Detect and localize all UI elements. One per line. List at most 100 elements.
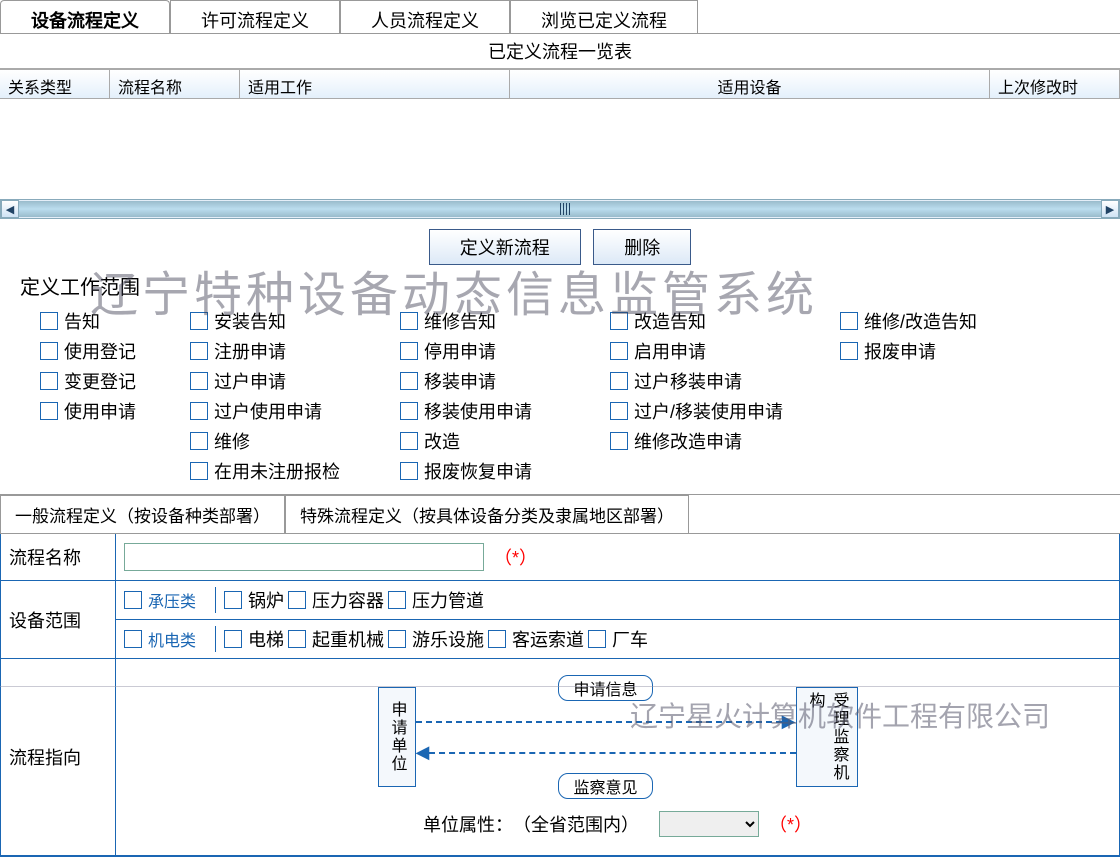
unit-label: 单位属性：: [423, 811, 513, 837]
col-relation-type[interactable]: 关系类型: [0, 70, 110, 98]
flow-box-supervision: 受理监察机构: [796, 687, 858, 787]
flow-name-input[interactable]: [124, 543, 484, 571]
label-device-scope: 设备范围: [1, 581, 116, 658]
cb-label: 压力容器: [312, 587, 384, 613]
col-applicable-work[interactable]: 适用工作: [240, 70, 510, 98]
define-new-flow-button[interactable]: 定义新流程: [429, 229, 581, 265]
checkbox[interactable]: [388, 591, 406, 609]
checkbox[interactable]: [288, 591, 306, 609]
checkbox[interactable]: [40, 342, 58, 360]
checkbox[interactable]: [400, 402, 418, 420]
label-flow-direction: 流程指向: [1, 659, 116, 855]
col-flow-name[interactable]: 流程名称: [110, 70, 240, 98]
cb-label: 报废申请: [864, 338, 936, 364]
tab-permit-flow[interactable]: 许可流程定义: [170, 0, 340, 33]
checkbox[interactable]: [190, 342, 208, 360]
checkbox[interactable]: [588, 630, 606, 648]
checkbox[interactable]: [40, 372, 58, 390]
col-last-modified[interactable]: 上次修改时: [990, 70, 1120, 98]
checkbox[interactable]: [400, 372, 418, 390]
cb-label: 维修: [214, 428, 250, 454]
cb-label: 游乐设施: [412, 626, 484, 652]
cb-label: 使用登记: [64, 338, 136, 364]
scope-section-label: 定义工作范围: [0, 271, 1120, 306]
checkbox[interactable]: [190, 462, 208, 480]
checkbox[interactable]: [400, 462, 418, 480]
cb-label: 电梯: [248, 626, 284, 652]
scroll-track[interactable]: [19, 201, 1101, 217]
checkbox[interactable]: [488, 630, 506, 648]
checkbox[interactable]: [224, 591, 242, 609]
horizontal-scrollbar[interactable]: ◀ ▶: [0, 199, 1120, 219]
cat-label: 承压类: [148, 588, 196, 612]
checkbox[interactable]: [610, 342, 628, 360]
checkbox-electromechanical-category[interactable]: [124, 630, 142, 648]
checkbox[interactable]: [224, 630, 242, 648]
subtab-general-flow[interactable]: 一般流程定义（按设备种类部署）: [0, 495, 285, 533]
checkbox[interactable]: [400, 342, 418, 360]
cb-label: 改造: [424, 428, 460, 454]
row-flow-name: 流程名称 （*）: [1, 534, 1119, 581]
checkbox[interactable]: [388, 630, 406, 648]
label-flow-name: 流程名称: [1, 534, 116, 580]
cb-label: 告知: [64, 308, 100, 334]
tab-browse-flow[interactable]: 浏览已定义流程: [510, 0, 698, 33]
flow-badge-supervision-opinion: 监察意见: [558, 773, 652, 799]
tab-personnel-flow[interactable]: 人员流程定义: [340, 0, 510, 33]
tab-equipment-flow[interactable]: 设备流程定义: [0, 0, 170, 33]
cb-label: 维修改造申请: [634, 428, 742, 454]
cb-label: 过户使用申请: [214, 398, 322, 424]
unit-attribute-line: 单位属性： （全省范围内） （*）: [124, 811, 1111, 837]
cb-label: 压力管道: [412, 587, 484, 613]
cb-label: 移装申请: [424, 368, 496, 394]
checkbox[interactable]: [400, 312, 418, 330]
cb-label: 客运索道: [512, 626, 584, 652]
delete-button[interactable]: 删除: [593, 229, 691, 265]
scope-checkbox-grid: 告知 使用登记 变更登记 使用申请 安装告知 注册申请 过户申请 过户使用申请 …: [0, 306, 1120, 486]
checkbox[interactable]: [190, 312, 208, 330]
checkbox[interactable]: [190, 372, 208, 390]
cb-label: 使用申请: [64, 398, 136, 424]
checkbox[interactable]: [40, 402, 58, 420]
checkbox[interactable]: [610, 312, 628, 330]
checkbox-pressure-category[interactable]: [124, 591, 142, 609]
flow-arrow-right: ▶: [416, 711, 796, 732]
cb-label: 厂车: [612, 626, 648, 652]
flow-diagram: 申请单位 申请信息 ▶ ◀ 监察意见 受理监察机构: [124, 677, 1111, 797]
cb-label: 移装使用申请: [424, 398, 532, 424]
cb-label: 过户/移装使用申请: [634, 398, 783, 424]
cb-label: 起重机械: [312, 626, 384, 652]
cb-label: 注册申请: [214, 338, 286, 364]
cb-label: 过户申请: [214, 368, 286, 394]
form-block: 流程名称 （*） 设备范围 承压类 锅炉 压力容器 压力管道 机电类 电梯 起重…: [0, 534, 1120, 857]
arrowhead-left-icon: ◀: [416, 742, 430, 763]
checkbox[interactable]: [40, 312, 58, 330]
checkbox[interactable]: [840, 342, 858, 360]
checkbox[interactable]: [610, 402, 628, 420]
button-row: 定义新流程 删除: [0, 219, 1120, 271]
cb-label: 在用未注册报检: [214, 458, 340, 484]
checkbox[interactable]: [190, 402, 208, 420]
flow-box-applicant: 申请单位: [378, 687, 416, 787]
cb-label: 锅炉: [248, 587, 284, 613]
checkbox[interactable]: [610, 372, 628, 390]
row-device-scope: 设备范围 承压类 锅炉 压力容器 压力管道 机电类 电梯 起重机械 游乐设施 客…: [1, 581, 1119, 659]
cb-label: 过户移装申请: [634, 368, 742, 394]
cb-label: 变更登记: [64, 368, 136, 394]
top-tab-bar: 设备流程定义 许可流程定义 人员流程定义 浏览已定义流程: [0, 0, 1120, 34]
checkbox[interactable]: [288, 630, 306, 648]
cb-label: 安装告知: [214, 308, 286, 334]
checkbox[interactable]: [840, 312, 858, 330]
checkbox[interactable]: [400, 432, 418, 450]
list-title: 已定义流程一览表: [0, 34, 1120, 69]
checkbox[interactable]: [190, 432, 208, 450]
col-applicable-device[interactable]: 适用设备: [510, 70, 990, 98]
checkbox[interactable]: [610, 432, 628, 450]
required-marker: （*）: [769, 811, 812, 837]
cat-label: 机电类: [148, 627, 196, 651]
scroll-right-icon[interactable]: ▶: [1101, 200, 1119, 218]
subtab-special-flow[interactable]: 特殊流程定义（按具体设备分类及隶属地区部署）: [285, 495, 689, 533]
scroll-left-icon[interactable]: ◀: [1, 200, 19, 218]
cb-label: 停用申请: [424, 338, 496, 364]
unit-select[interactable]: [659, 811, 759, 837]
